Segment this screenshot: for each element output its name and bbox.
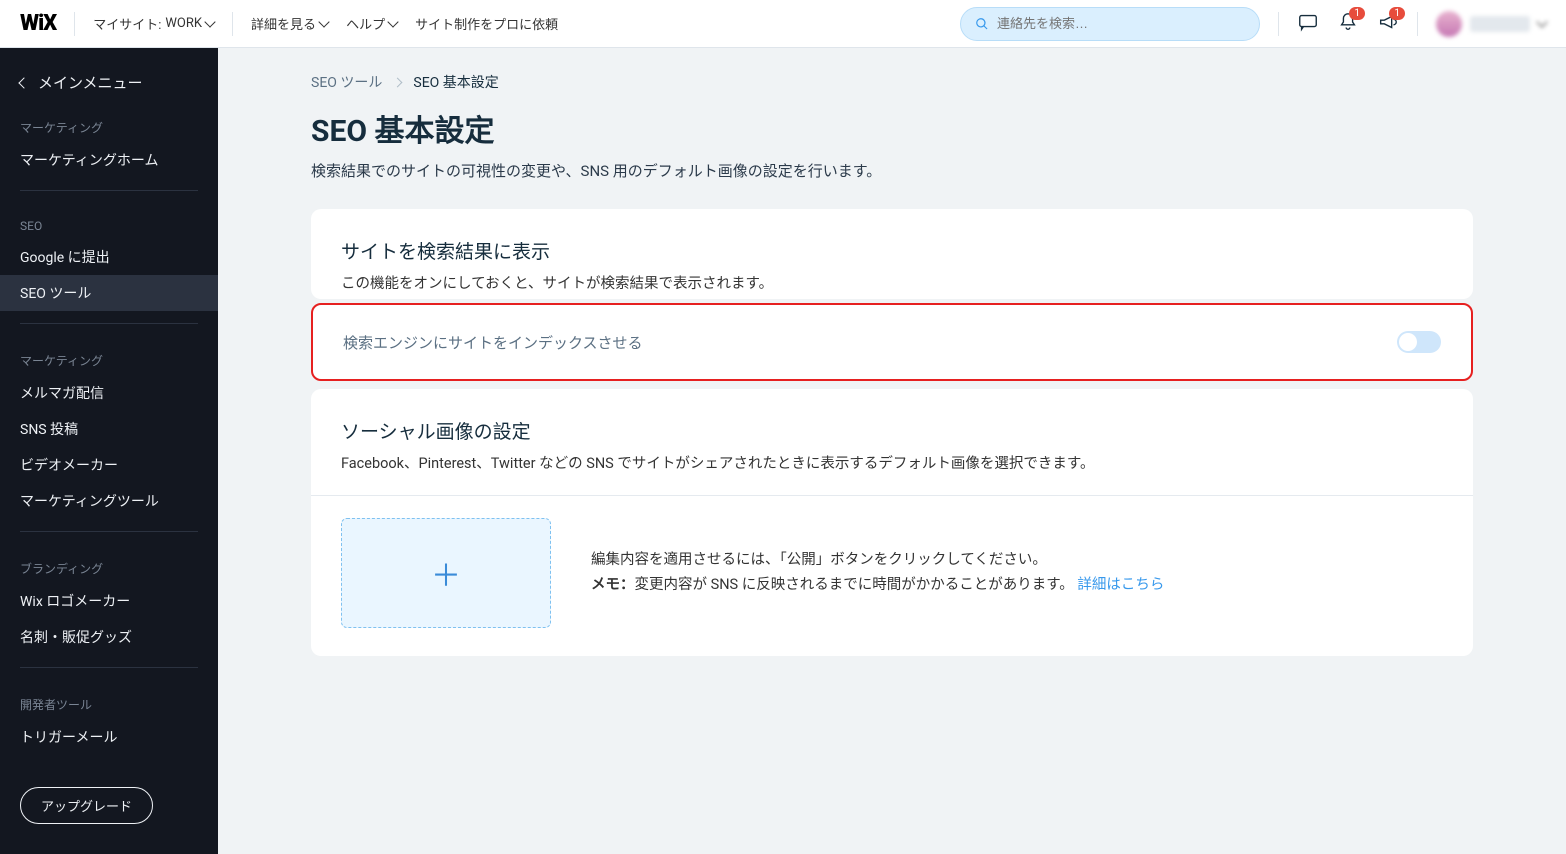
search-input[interactable]	[997, 16, 1245, 31]
sidebar-item-video-maker[interactable]: ビデオメーカー	[0, 447, 218, 483]
mysite-dropdown[interactable]: マイサイト: WORK	[93, 14, 214, 33]
separator	[20, 531, 198, 532]
user-menu[interactable]	[1436, 11, 1546, 37]
sidebar-item-seo-tools[interactable]: SEO ツール	[0, 275, 218, 311]
chevron-down-icon	[1536, 16, 1547, 27]
upload-help-text: 編集内容を適用させるには、「公開」ボタンをクリックしてください。 メモ：変更内容…	[591, 548, 1164, 597]
chevron-left-icon	[18, 77, 29, 88]
search-box[interactable]	[960, 7, 1260, 41]
chat-icon[interactable]	[1297, 11, 1319, 37]
breadcrumb-root[interactable]: SEO ツール	[311, 72, 382, 92]
memo-text: 変更内容が SNS に反映されるまでに時間がかかることがあります。	[635, 576, 1074, 593]
card-title: サイトを検索結果に表示	[341, 237, 1443, 264]
sidebar-item-google-submit[interactable]: Google に提出	[0, 239, 218, 275]
details-dropdown[interactable]: 詳細を見る	[251, 14, 328, 33]
card-search-visibility: サイトを検索結果に表示 この機能をオンにしておくと、サイトが検索結果で表示されま…	[311, 209, 1473, 299]
help-dropdown[interactable]: ヘルプ	[346, 14, 397, 33]
breadcrumb-current: SEO 基本設定	[413, 72, 498, 92]
help-label: ヘルプ	[346, 14, 385, 33]
details-link[interactable]: 詳細はこちら	[1077, 576, 1164, 593]
card-social-image: ソーシャル画像の設定 Facebook、Pinterest、Twitter など…	[311, 389, 1473, 656]
avatar	[1436, 11, 1462, 37]
apply-text: 編集内容を適用させるには、「公開」ボタンをクリックしてください。	[591, 548, 1164, 573]
breadcrumb: SEO ツール SEO 基本設定	[311, 72, 1473, 92]
separator	[20, 323, 198, 324]
page-subtitle: 検索結果でのサイトの可視性の変更や、SNS 用のデフォルト画像の設定を行います。	[311, 160, 1473, 181]
bell-badge: 1	[1349, 7, 1365, 20]
section-label: SEO	[0, 203, 218, 239]
toggle-knob	[1399, 333, 1417, 351]
sidebar: メインメニュー マーケティング マーケティングホーム SEO Google に提…	[0, 48, 218, 854]
image-upload-box[interactable]: ＋	[341, 518, 551, 628]
back-to-main-menu[interactable]: メインメニュー	[0, 62, 218, 103]
announce-icon[interactable]: 1	[1377, 11, 1399, 37]
upgrade-button[interactable]: アップグレード	[20, 787, 153, 824]
divider	[74, 12, 75, 36]
section-label: ブランディング	[0, 544, 218, 583]
mysite-name: WORK	[165, 16, 202, 31]
section-label: マーケティング	[0, 103, 218, 142]
main-content: SEO ツール SEO 基本設定 SEO 基本設定 検索結果でのサイトの可視性の…	[218, 48, 1566, 854]
section-label: マーケティング	[0, 336, 218, 375]
toggle-label: 検索エンジンにサイトをインデックスさせる	[343, 332, 643, 353]
wix-logo[interactable]: WiX	[20, 11, 56, 36]
page-title: SEO 基本設定	[311, 106, 1473, 150]
chevron-down-icon	[318, 16, 329, 27]
hire-pro-link[interactable]: サイト制作をプロに依頼	[415, 14, 558, 33]
chevron-down-icon	[204, 16, 215, 27]
plus-icon: ＋	[431, 551, 461, 595]
sidebar-item-marketing-tools[interactable]: マーケティングツール	[0, 483, 218, 519]
sidebar-item-trigger-mail[interactable]: トリガーメール	[0, 719, 218, 755]
topbar: WiX マイサイト: WORK 詳細を見る ヘルプ サイト制作をプロに依頼 1 …	[0, 0, 1566, 48]
separator	[311, 495, 1473, 496]
back-label: メインメニュー	[38, 72, 143, 93]
details-label: 詳細を見る	[251, 14, 316, 33]
index-toggle-panel: 検索エンジンにサイトをインデックスさせる	[311, 303, 1473, 381]
sidebar-item-business-cards[interactable]: 名刺・販促グッズ	[0, 619, 218, 655]
sidebar-item-newsletter[interactable]: メルマガ配信	[0, 375, 218, 411]
mysite-label: マイサイト:	[93, 14, 161, 33]
divider	[1417, 12, 1418, 36]
bell-icon[interactable]: 1	[1337, 11, 1359, 37]
card-title: ソーシャル画像の設定	[341, 417, 1443, 444]
divider	[1278, 12, 1279, 36]
sidebar-item-sns-post[interactable]: SNS 投稿	[0, 411, 218, 447]
separator	[20, 190, 198, 191]
card-desc: この機能をオンにしておくと、サイトが検索結果で表示されます。	[341, 272, 1443, 293]
index-toggle[interactable]	[1397, 331, 1441, 353]
user-name	[1470, 16, 1530, 32]
announce-badge: 1	[1389, 7, 1405, 20]
chevron-down-icon	[387, 16, 398, 27]
separator	[20, 667, 198, 668]
section-label: 開発者ツール	[0, 680, 218, 719]
divider	[232, 12, 233, 36]
search-icon	[975, 17, 989, 31]
card-desc: Facebook、Pinterest、Twitter などの SNS でサイトが…	[341, 452, 1443, 473]
sidebar-item-marketing-home[interactable]: マーケティングホーム	[0, 142, 218, 178]
memo-label: メモ：	[591, 576, 635, 593]
sidebar-item-logo-maker[interactable]: Wix ロゴメーカー	[0, 583, 218, 619]
chevron-right-icon	[393, 77, 403, 87]
